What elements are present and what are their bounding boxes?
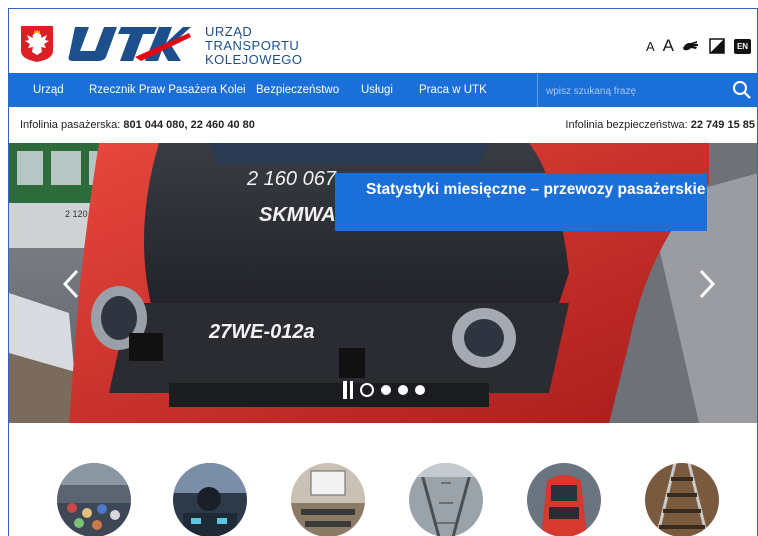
safety-hotline-label: Infolinia bezpieczeństwa: — [565, 119, 688, 131]
page-frame: URZĄD TRANSPORTU KOLEJOWEGO A A EN Urząd… — [8, 8, 758, 536]
safety-hotline-number[interactable]: 22 749 15 85 — [691, 119, 755, 131]
font-size-large-button[interactable]: A — [663, 36, 674, 56]
prev-slide-arrow-icon[interactable] — [59, 267, 83, 301]
utk-logo[interactable] — [65, 23, 191, 65]
site-header: URZĄD TRANSPORTU KOLEJOWEGO A A EN — [9, 9, 757, 73]
train-plate: 27WE-012a — [208, 321, 315, 343]
font-size-small-button[interactable]: A — [646, 39, 655, 54]
contrast-icon[interactable] — [708, 38, 726, 54]
search-box — [537, 73, 757, 107]
train-number-top: 2 160 067 — [246, 168, 337, 190]
train-brand: SKMWA — [259, 204, 336, 226]
org-name: URZĄD TRANSPORTU KOLEJOWEGO — [205, 25, 302, 67]
language-switch-button[interactable]: EN — [734, 38, 751, 54]
slide-dot-1[interactable] — [360, 383, 374, 397]
main-navigation: Urząd Rzecznik Praw Pasażera Kolei Bezpi… — [9, 73, 757, 107]
next-slide-arrow-icon[interactable] — [695, 267, 719, 301]
slide-dot-2[interactable] — [381, 385, 391, 395]
slide-dot-4[interactable] — [415, 385, 425, 395]
nav-item-uslugi[interactable]: Usługi — [361, 73, 393, 107]
pause-icon[interactable] — [343, 381, 353, 399]
passenger-hotline-numbers[interactable]: 801 044 080, 22 460 40 80 — [123, 119, 255, 131]
accessibility-tools: A A EN — [646, 36, 751, 56]
polish-eagle-emblem — [20, 25, 54, 63]
tile-red-train-photo[interactable] — [527, 463, 601, 536]
tile-driver-cab-photo[interactable] — [173, 463, 247, 536]
slider-pagination — [343, 381, 425, 399]
tile-workshop-tracks-photo[interactable] — [409, 463, 483, 536]
safety-hotline: Infolinia bezpieczeństwa: 22 749 15 85 — [565, 119, 755, 131]
passenger-hotline: Infolinia pasażerska: 801 044 080, 22 46… — [20, 119, 255, 131]
nav-item-rzecznik[interactable]: Rzecznik Praw Pasażera Kolei — [89, 73, 246, 107]
category-tiles — [9, 463, 757, 536]
slide-dot-3[interactable] — [398, 385, 408, 395]
passenger-hotline-label: Infolinia pasażerska: — [20, 119, 121, 131]
org-name-line: URZĄD — [205, 24, 253, 39]
sign-language-icon[interactable] — [682, 38, 700, 54]
hero-slider: 2 120 788 2 160 067 SKMWA 27WE-012a Stat… — [9, 143, 757, 423]
nav-item-praca[interactable]: Praca w UTK — [419, 73, 487, 107]
slide-caption[interactable]: Statystyki miesięczne – przewozy pasażer… — [335, 173, 707, 231]
tile-conference-room-photo[interactable] — [291, 463, 365, 536]
tile-rail-tracks-photo[interactable] — [645, 463, 719, 536]
tile-crowd-photo[interactable] — [57, 463, 131, 536]
org-name-line: TRANSPORTU — [205, 38, 300, 53]
hotline-bar: Infolinia pasażerska: 801 044 080, 22 46… — [9, 107, 757, 143]
search-icon[interactable] — [732, 80, 752, 100]
search-input[interactable] — [544, 81, 718, 101]
org-name-line: KOLEJOWEGO — [205, 52, 303, 67]
nav-item-urzad[interactable]: Urząd — [33, 73, 64, 107]
nav-item-bezpieczenstwo[interactable]: Bezpieczeństwo — [256, 73, 339, 107]
